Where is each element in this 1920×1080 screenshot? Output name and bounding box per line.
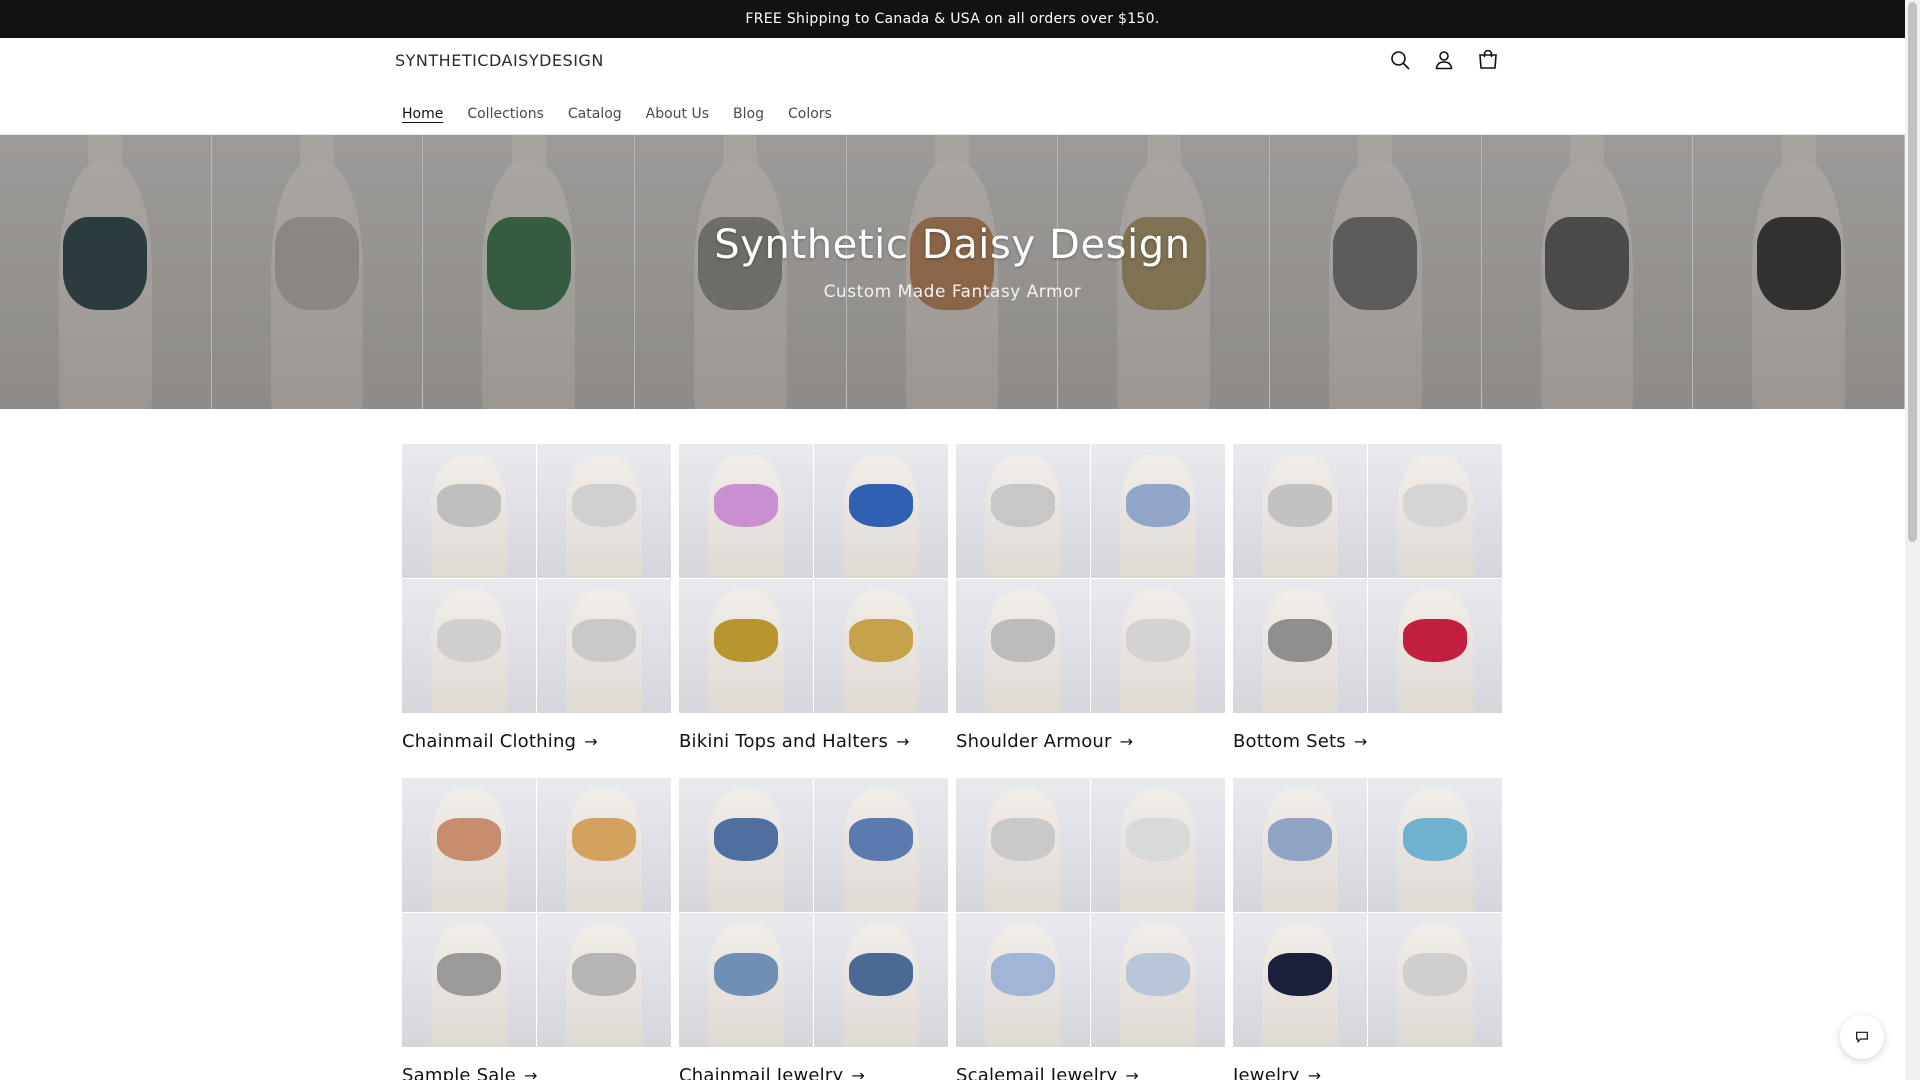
arrow-right-icon: → <box>1353 732 1368 751</box>
collection-card[interactable]: Shoulder Armour → <box>956 444 1225 778</box>
arrow-right-icon: → <box>523 1066 538 1080</box>
collection-card[interactable]: Scalemail Jewelry → <box>956 778 1225 1080</box>
collection-image[interactable] <box>956 444 1225 713</box>
collection-title[interactable]: Chainmail Jewelry → <box>679 1047 948 1080</box>
collection-title[interactable]: Scalemail Jewelry → <box>956 1047 1225 1080</box>
main-nav: Home Collections Catalog About Us Blog C… <box>390 104 844 124</box>
hero-overlay <box>0 135 1905 409</box>
collection-image[interactable] <box>679 778 948 1047</box>
arrow-right-icon: → <box>1125 1066 1139 1080</box>
header-icons <box>1386 46 1502 74</box>
hero-banner-image <box>0 135 1905 409</box>
chat-button[interactable] <box>1840 1015 1884 1059</box>
scrollbar-thumb[interactable] <box>1908 2 1917 542</box>
collection-card[interactable]: Bottom Sets → <box>1233 444 1502 778</box>
collection-grid: Chainmail Clothing → Bikini Tops and Halte… <box>402 444 1504 1080</box>
collection-title[interactable]: Jewelry → <box>1233 1047 1502 1080</box>
collection-title[interactable]: Sample Sale → <box>402 1047 671 1080</box>
nav-home[interactable]: Home <box>390 104 455 124</box>
collection-card[interactable]: Chainmail Jewelry → <box>679 778 948 1080</box>
collection-image[interactable] <box>402 778 671 1047</box>
collection-image[interactable] <box>956 778 1225 1047</box>
announcement-text: FREE Shipping to Canada & USA on all ord… <box>745 11 1160 27</box>
account-icon[interactable] <box>1430 46 1458 74</box>
site-header: SYNTHETICDAISYDESIGN Home Collections Ca… <box>0 38 1905 135</box>
arrow-right-icon: → <box>896 732 910 751</box>
collection-title[interactable]: Shoulder Armour → <box>956 713 1225 778</box>
nav-about-us[interactable]: About Us <box>634 104 721 124</box>
search-icon[interactable] <box>1386 46 1414 74</box>
collection-image[interactable] <box>1233 444 1502 713</box>
nav-colors[interactable]: Colors <box>776 104 844 124</box>
collection-image[interactable] <box>402 444 671 713</box>
collection-image[interactable] <box>679 444 948 713</box>
arrow-right-icon: → <box>584 732 598 751</box>
collection-title[interactable]: Chainmail Clothing → <box>402 713 671 778</box>
collection-card[interactable]: Chainmail Clothing → <box>402 444 671 778</box>
collection-image[interactable] <box>1233 778 1502 1047</box>
announcement-bar: FREE Shipping to Canada & USA on all ord… <box>0 0 1905 38</box>
nav-blog[interactable]: Blog <box>721 104 776 124</box>
cart-icon[interactable] <box>1474 46 1502 74</box>
arrow-right-icon: → <box>1119 732 1134 751</box>
site-logo[interactable]: SYNTHETICDAISYDESIGN <box>395 51 604 70</box>
collection-title[interactable]: Bottom Sets → <box>1233 713 1502 778</box>
page-scrollbar[interactable] <box>1905 0 1920 1080</box>
collection-card[interactable]: Jewelry → <box>1233 778 1502 1080</box>
nav-catalog[interactable]: Catalog <box>556 104 634 124</box>
chat-icon <box>1856 1031 1868 1044</box>
nav-collections[interactable]: Collections <box>455 104 556 124</box>
arrow-right-icon: → <box>851 1066 865 1080</box>
arrow-right-icon: → <box>1307 1066 1322 1080</box>
collection-card[interactable]: Bikini Tops and Halters → <box>679 444 948 778</box>
collection-title[interactable]: Bikini Tops and Halters → <box>679 713 948 778</box>
collection-card[interactable]: Sample Sale → <box>402 778 671 1080</box>
